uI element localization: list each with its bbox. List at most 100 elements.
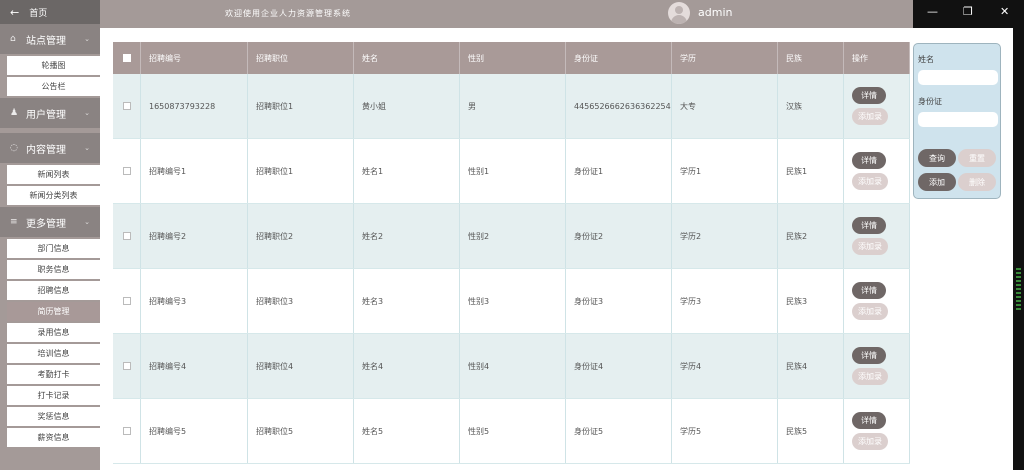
detail-button[interactable]: 详情 — [852, 347, 886, 364]
scrollbar-indicator[interactable] — [1016, 268, 1021, 312]
close-icon[interactable]: ✕ — [1000, 5, 1009, 18]
sidebar-item-position[interactable]: 职务信息 — [7, 260, 100, 279]
detail-button[interactable]: 详情 — [852, 412, 886, 429]
detail-button[interactable]: 详情 — [852, 152, 886, 169]
table-cell: 性别3 — [460, 269, 566, 333]
name-label: 姓名 — [918, 55, 934, 64]
add-hiring-button[interactable]: 添加录 — [852, 108, 888, 125]
row-checkbox[interactable] — [122, 102, 131, 110]
sidebar-section-content[interactable]: ◌ 内容管理 ⌄ — [0, 133, 100, 163]
resume-table: 招聘编号 招聘职位 姓名 性别 身份证 学历 民族 操作 16508737932… — [113, 42, 910, 470]
sidebar-section-users[interactable]: ♟ 用户管理 ⌄ — [0, 98, 100, 128]
delete-button[interactable]: 删除 — [958, 173, 996, 191]
table-cell: 445652666263636225​4 — [566, 74, 672, 138]
add-hiring-button[interactable]: 添加录 — [852, 238, 888, 255]
table-cell: 招聘编号2 — [141, 204, 248, 268]
table-cell: 学历2 — [672, 204, 778, 268]
add-button[interactable]: 添加 — [918, 173, 956, 191]
table-cell: 性别4 — [460, 334, 566, 398]
sidebar-section-label: 用户管理 — [26, 109, 66, 121]
sidebar-item-news-category[interactable]: 新闻分类列表 — [7, 186, 100, 205]
add-hiring-button[interactable]: 添加录 — [852, 173, 888, 190]
sidebar-item-reward[interactable]: 奖惩信息 — [7, 407, 100, 426]
top-bar: 欢迎使用企业人力资源管理系统 admin — [100, 0, 913, 28]
table-cell: 民族4 — [778, 334, 844, 398]
minimize-icon[interactable]: — — [927, 5, 938, 18]
sidebar-section-more[interactable]: ≡ 更多管理 ⌄ — [0, 207, 100, 237]
table-cell: 招聘职位4 — [248, 334, 354, 398]
reset-button[interactable]: 重置 — [958, 149, 996, 167]
idcard-label: 身份证 — [918, 97, 942, 106]
table-cell: 民族1 — [778, 139, 844, 203]
sidebar-item-clock-record[interactable]: 打卡记录 — [7, 386, 100, 405]
table-row: 招聘编号5 招聘职位5 姓名5 性别5 身份证5 学历5 民族5 详情 添加录 — [113, 399, 910, 464]
sidebar-section-site[interactable]: ⌂ 站点管理 ⌄ — [0, 24, 100, 54]
row-actions: 详情 添加录 — [844, 399, 910, 463]
add-hiring-button[interactable]: 添加录 — [852, 303, 888, 320]
add-hiring-button[interactable]: 添加录 — [852, 433, 888, 450]
table-header: 招聘编号 招聘职位 姓名 性别 身份证 学历 民族 操作 — [113, 42, 910, 74]
sidebar-item-department[interactable]: 部门信息 — [7, 239, 100, 258]
table-cell: 汉族 — [778, 74, 844, 138]
sidebar-home[interactable]: ← 首页 — [0, 0, 100, 24]
sidebar-section-label: 站点管理 — [26, 35, 66, 47]
name-search-input[interactable] — [918, 70, 998, 85]
select-all-checkbox[interactable] — [122, 54, 131, 62]
sidebar-section-label: 内容管理 — [26, 144, 66, 156]
row-checkbox[interactable] — [122, 297, 131, 305]
table-cell: 民族5 — [778, 399, 844, 463]
row-actions: 详情 添加录 — [844, 204, 910, 268]
row-checkbox[interactable] — [122, 167, 131, 175]
query-button[interactable]: 查询 — [918, 149, 956, 167]
sidebar-item-training[interactable]: 培训信息 — [7, 344, 100, 363]
back-arrow-icon[interactable]: ← — [10, 6, 19, 19]
row-select-cell — [113, 139, 141, 203]
idcard-search-input[interactable] — [918, 112, 998, 127]
add-hiring-button[interactable]: 添加录 — [852, 368, 888, 385]
window-controls: — ❐ ✕ — [913, 0, 1024, 28]
detail-button[interactable]: 详情 — [852, 217, 886, 234]
table-row: 招聘编号3 招聘职位3 姓名3 性别3 身份证3 学历3 民族3 详情 添加录 — [113, 269, 910, 334]
table-cell: 招聘职位3 — [248, 269, 354, 333]
sidebar-item-salary[interactable]: 薪资信息 — [7, 428, 100, 447]
row-actions: 详情 添加录 — [844, 74, 910, 138]
row-checkbox[interactable] — [122, 427, 131, 435]
row-checkbox[interactable] — [122, 232, 131, 240]
table-cell: 学历5 — [672, 399, 778, 463]
row-select-cell — [113, 399, 141, 463]
sidebar-item-news-list[interactable]: 新闻列表 — [7, 165, 100, 184]
column-header: 招聘编号 — [141, 42, 248, 74]
restore-icon[interactable]: ❐ — [963, 5, 973, 18]
chevron-down-icon: ⌄ — [84, 218, 90, 226]
table-row: 招聘编号4 招聘职位4 姓名4 性别4 身份证4 学历4 民族4 详情 添加录 — [113, 334, 910, 399]
table-cell: 招聘编号1 — [141, 139, 248, 203]
username[interactable]: admin — [698, 6, 732, 19]
chat-icon: ◌ — [10, 143, 18, 153]
detail-button[interactable]: 详情 — [852, 282, 886, 299]
column-header: 姓名 — [354, 42, 460, 74]
sidebar-item-attendance[interactable]: 考勤打卡 — [7, 365, 100, 384]
sidebar-item-resume[interactable]: 简历管理 — [7, 302, 100, 321]
column-header: 操作 — [844, 42, 910, 74]
table-cell: 学历1 — [672, 139, 778, 203]
chevron-down-icon: ⌄ — [84, 35, 90, 43]
table-cell: 招聘职位1 — [248, 139, 354, 203]
table-cell: 性别2 — [460, 204, 566, 268]
chevron-down-icon: ⌄ — [84, 144, 90, 152]
sidebar-section-label: 更多管理 — [26, 218, 66, 230]
table-cell: 男 — [460, 74, 566, 138]
sidebar-item-carousel[interactable]: 轮播图 — [7, 56, 100, 75]
table-cell: 招聘编号4 — [141, 334, 248, 398]
detail-button[interactable]: 详情 — [852, 87, 886, 104]
column-header: 学历 — [672, 42, 778, 74]
table-cell: 性别1 — [460, 139, 566, 203]
sidebar-item-hiring[interactable]: 录用信息 — [7, 323, 100, 342]
avatar-icon[interactable] — [668, 2, 690, 24]
table-cell: 姓名1 — [354, 139, 460, 203]
table-cell: 黄小姐 — [354, 74, 460, 138]
sidebar-item-recruitment[interactable]: 招聘信息 — [7, 281, 100, 300]
table-cell: 身份证2 — [566, 204, 672, 268]
row-select-cell — [113, 74, 141, 138]
row-checkbox[interactable] — [122, 362, 131, 370]
sidebar-item-notice[interactable]: 公告栏 — [7, 77, 100, 96]
